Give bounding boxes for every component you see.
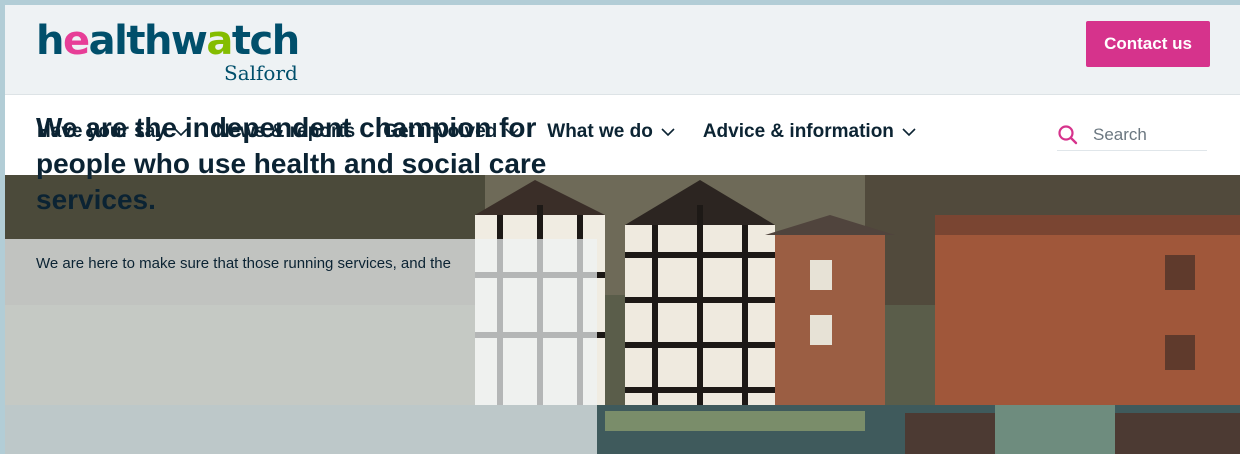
site-header: healthwatch Salford Contact us	[5, 5, 1240, 95]
nav-item-label: Advice & information	[702, 121, 894, 142]
page: healthwatch Salford Contact us Have your…	[5, 5, 1240, 454]
hero-title: We are the independent champion for peop…	[36, 112, 547, 215]
chevron-down-icon	[902, 128, 916, 137]
contact-us-button[interactable]: Contact us	[1086, 21, 1210, 67]
search-input[interactable]	[1093, 124, 1193, 145]
search-box[interactable]	[1057, 119, 1207, 151]
logo-subtitle: Salford	[224, 61, 298, 85]
search-icon[interactable]	[1057, 124, 1079, 146]
healthwatch-logo[interactable]: healthwatch Salford	[36, 17, 306, 87]
nav-item-advice-information[interactable]: Advice & information	[703, 121, 916, 143]
hero-description: We are here to make sure that those runn…	[36, 255, 451, 272]
chevron-down-icon	[661, 128, 675, 137]
logo-wordmark: healthwatch	[36, 18, 300, 64]
